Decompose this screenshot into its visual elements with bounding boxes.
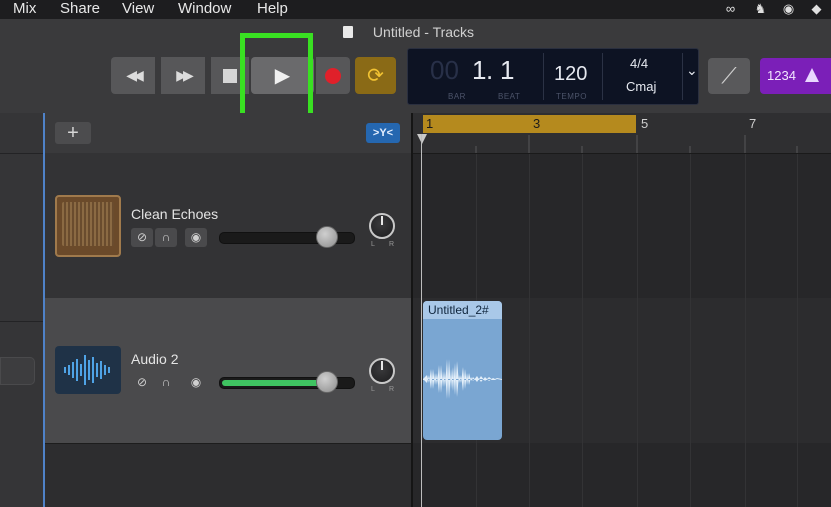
track-name[interactable]: Audio 2 — [131, 351, 178, 367]
volume-slider-knob[interactable] — [316, 371, 339, 393]
record-enable-icon[interactable]: ◉ — [185, 373, 207, 392]
headphones-icon[interactable]: ∩ — [155, 373, 177, 392]
lcd-dropdown-icon[interactable]: ⌄ — [686, 62, 698, 79]
ruler-bar-number: 5 — [641, 116, 649, 131]
headphones-icon[interactable]: ∩ — [155, 228, 177, 247]
waveform-icon — [55, 346, 121, 394]
ruler-bar-number: 3 — [533, 116, 541, 131]
guitar-amp-icon — [55, 195, 121, 257]
creative-cloud-icon[interactable]: ∞ — [722, 1, 739, 16]
track-name[interactable]: Clean Echoes — [131, 206, 218, 222]
library-sidebar — [0, 113, 43, 507]
play-highlight-box — [240, 33, 313, 120]
track-row[interactable]: Audio 2 ⊘ ∩ ◉ L R — [45, 298, 411, 444]
record-button[interactable] — [316, 57, 350, 94]
count-in-button[interactable]: 1234 — [760, 58, 831, 94]
lcd-key: Cmaj — [626, 79, 657, 94]
lcd-display[interactable]: 00 1 . 1 BAR BEAT 120 TEMPO 4/4 Cmaj ⌄ — [407, 48, 699, 105]
lcd-bar-value: 1 — [472, 55, 487, 85]
playhead[interactable] — [421, 134, 422, 507]
metronome-icon — [804, 68, 819, 82]
volume-slider-knob[interactable] — [316, 226, 339, 248]
add-track-button[interactable]: + — [55, 122, 91, 144]
lcd-bar-label: BAR — [448, 92, 466, 101]
lcd-separator — [602, 53, 603, 100]
record-enable-icon[interactable]: ◉ — [185, 228, 207, 247]
mute-icon[interactable]: ⊘ — [131, 228, 153, 247]
track-list-header: + >Y< — [45, 113, 411, 154]
window-title-text: Untitled - Tracks — [372, 24, 475, 40]
pan-left-label: L — [371, 386, 375, 393]
track-filter-button[interactable]: >Y< — [366, 123, 400, 143]
waveform-graphic — [64, 355, 110, 385]
menu-bar: Mix Share View Window Help ∞ ♞ ◉ ◆ — [0, 0, 831, 19]
audio-region[interactable]: Untitled_2# — [423, 301, 502, 440]
sidebar-divider — [0, 321, 43, 322]
cycle-button[interactable]: ⟳ — [355, 57, 396, 94]
lcd-tempo-value: 120 — [554, 63, 588, 85]
plus-icon: + — [67, 122, 79, 144]
lcd-dot: . — [486, 55, 494, 85]
playhead-handle[interactable] — [417, 134, 427, 144]
sidebar-divider — [0, 153, 43, 154]
menu-mix[interactable]: Mix — [13, 0, 36, 17]
volume-level-meter — [222, 380, 324, 386]
filter-icon: >Y< — [372, 127, 394, 139]
menu-share[interactable]: Share — [60, 0, 100, 17]
lcd-separator — [682, 53, 683, 100]
ruler-bar-number: 1 — [426, 116, 434, 131]
lcd-bar-dim: 00 — [430, 55, 459, 85]
sidebar-field[interactable] — [0, 357, 35, 385]
lcd-separator — [543, 53, 544, 100]
window-title: Untitled - Tracks — [0, 24, 831, 40]
status-target-icon[interactable]: ◉ — [780, 1, 797, 16]
pan-knob[interactable] — [369, 213, 395, 239]
lcd-beat-label: BEAT — [498, 92, 521, 101]
pan-knob[interactable] — [369, 358, 395, 384]
rewind-icon: ◀◀ — [126, 67, 143, 83]
lcd-beat-value: 1 — [500, 55, 515, 85]
tuner-icon: ⟋ — [721, 63, 737, 88]
rewind-button[interactable]: ◀◀ — [111, 57, 155, 94]
menu-window[interactable]: Window — [178, 0, 231, 17]
lcd-time-signature: 4/4 — [630, 56, 649, 71]
track-row[interactable]: Clean Echoes ⊘ ∩ ◉ L R — [45, 153, 411, 299]
tuner-button[interactable]: ⟋ — [708, 58, 750, 94]
pan-left-label: L — [371, 241, 375, 248]
cycle-icon: ⟳ — [367, 65, 384, 87]
menu-help[interactable]: Help — [257, 0, 288, 17]
fast-forward-button[interactable]: ▶▶ — [161, 57, 205, 94]
menu-view[interactable]: View — [122, 0, 154, 17]
status-dropbox-icon[interactable]: ◆ — [808, 1, 825, 16]
record-icon — [325, 67, 341, 84]
lcd-tempo-label: TEMPO — [556, 92, 587, 101]
count-in-label: 1234 — [767, 68, 796, 83]
pan-right-label: R — [389, 241, 395, 248]
document-icon — [342, 26, 353, 38]
ruler-bar-number: 7 — [749, 116, 757, 131]
stop-icon — [223, 68, 237, 83]
cycle-region[interactable] — [423, 115, 636, 133]
region-title: Untitled_2# — [423, 301, 502, 319]
region-waveform — [423, 359, 502, 399]
status-app-icon[interactable]: ♞ — [752, 1, 769, 16]
mute-icon[interactable]: ⊘ — [131, 373, 153, 392]
fast-forward-icon: ▶▶ — [176, 67, 193, 83]
pan-right-label: R — [389, 386, 395, 393]
